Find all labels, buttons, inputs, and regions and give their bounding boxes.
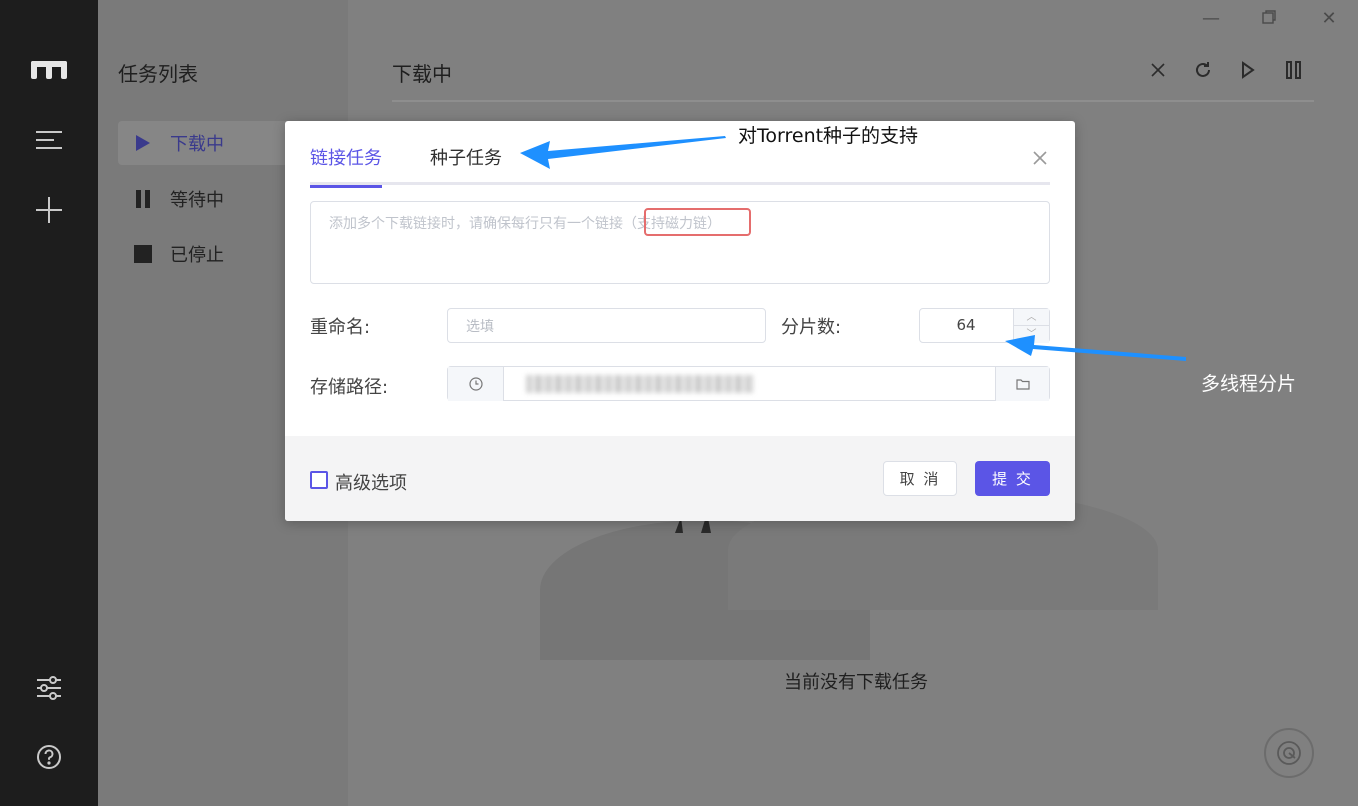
magnet-highlight-box (644, 208, 751, 236)
cancel-button[interactable]: 取 消 (883, 461, 957, 496)
sidebar-item-label: 已停止 (170, 245, 224, 266)
menu-icon[interactable] (29, 120, 69, 160)
help-icon[interactable] (29, 737, 69, 777)
add-task-icon[interactable] (29, 190, 69, 230)
add-task-dialog: 链接任务 种子任务 添加多个下载链接时，请确保每行只有一个链接（支持磁力链） 重… (285, 121, 1075, 521)
speedometer-icon[interactable] (1264, 728, 1314, 778)
decrease-icon[interactable]: ﹀ (1014, 326, 1049, 343)
sidebar-item-waiting[interactable]: 等待中 (118, 177, 308, 221)
maximize-icon[interactable] (1258, 8, 1280, 30)
sidebar-item-downloading[interactable]: 下载中 (118, 121, 308, 165)
delete-task-icon[interactable] (1146, 58, 1170, 82)
refresh-icon[interactable] (1191, 58, 1215, 82)
rename-input[interactable]: 选填 (447, 308, 766, 343)
multithread-annotation: 多线程分片 (1201, 373, 1297, 395)
header-divider (392, 100, 1314, 102)
tab-torrent-task[interactable]: 种子任务 (430, 147, 502, 185)
path-input[interactable] (447, 366, 1050, 401)
sidebar-title: 任务列表 (118, 62, 198, 86)
preferences-icon[interactable] (29, 668, 69, 708)
advanced-options-label[interactable]: 高级选项 (335, 469, 407, 495)
path-label: 存储路径: (310, 377, 389, 398)
resume-all-icon[interactable] (1236, 58, 1260, 82)
advanced-options-checkbox[interactable] (310, 471, 328, 489)
pause-all-icon[interactable] (1282, 58, 1306, 82)
split-label: 分片数: (781, 317, 842, 338)
blurred-path-value (526, 375, 754, 393)
window-close-icon[interactable]: ✕ (1318, 8, 1340, 30)
dialog-tabs: 链接任务 种子任务 (310, 147, 1050, 188)
stop-icon (134, 245, 152, 263)
folder-icon[interactable] (995, 367, 1049, 401)
minimize-icon[interactable]: — (1200, 8, 1222, 30)
app-logo-icon (29, 50, 69, 90)
submit-button[interactable]: 提 交 (975, 461, 1050, 496)
sidebar-item-stopped[interactable]: 已停止 (118, 232, 308, 276)
dialog-footer: 高级选项 取 消 提 交 (285, 436, 1075, 521)
empty-state-text: 当前没有下载任务 (784, 672, 928, 693)
torrent-annotation: 对Torrent种子的支持 (738, 125, 919, 147)
sidebar-item-label: 下载中 (170, 134, 224, 155)
split-count-value: 64 (956, 316, 976, 334)
pause-icon (134, 190, 152, 208)
app-rail (0, 0, 98, 806)
split-count-stepper[interactable]: 64 ︿ ﹀ (919, 308, 1050, 343)
rename-label: 重命名: (310, 317, 371, 338)
increase-icon[interactable]: ︿ (1014, 309, 1049, 326)
stepper-buttons: ︿ ﹀ (1013, 309, 1049, 343)
history-icon[interactable] (448, 367, 504, 401)
play-icon (134, 134, 152, 152)
rename-placeholder: 选填 (466, 319, 494, 335)
page-title: 下载中 (392, 62, 452, 86)
tab-link-task[interactable]: 链接任务 (310, 147, 382, 188)
dialog-close-icon[interactable] (1030, 148, 1050, 168)
sidebar-item-label: 等待中 (170, 190, 224, 211)
